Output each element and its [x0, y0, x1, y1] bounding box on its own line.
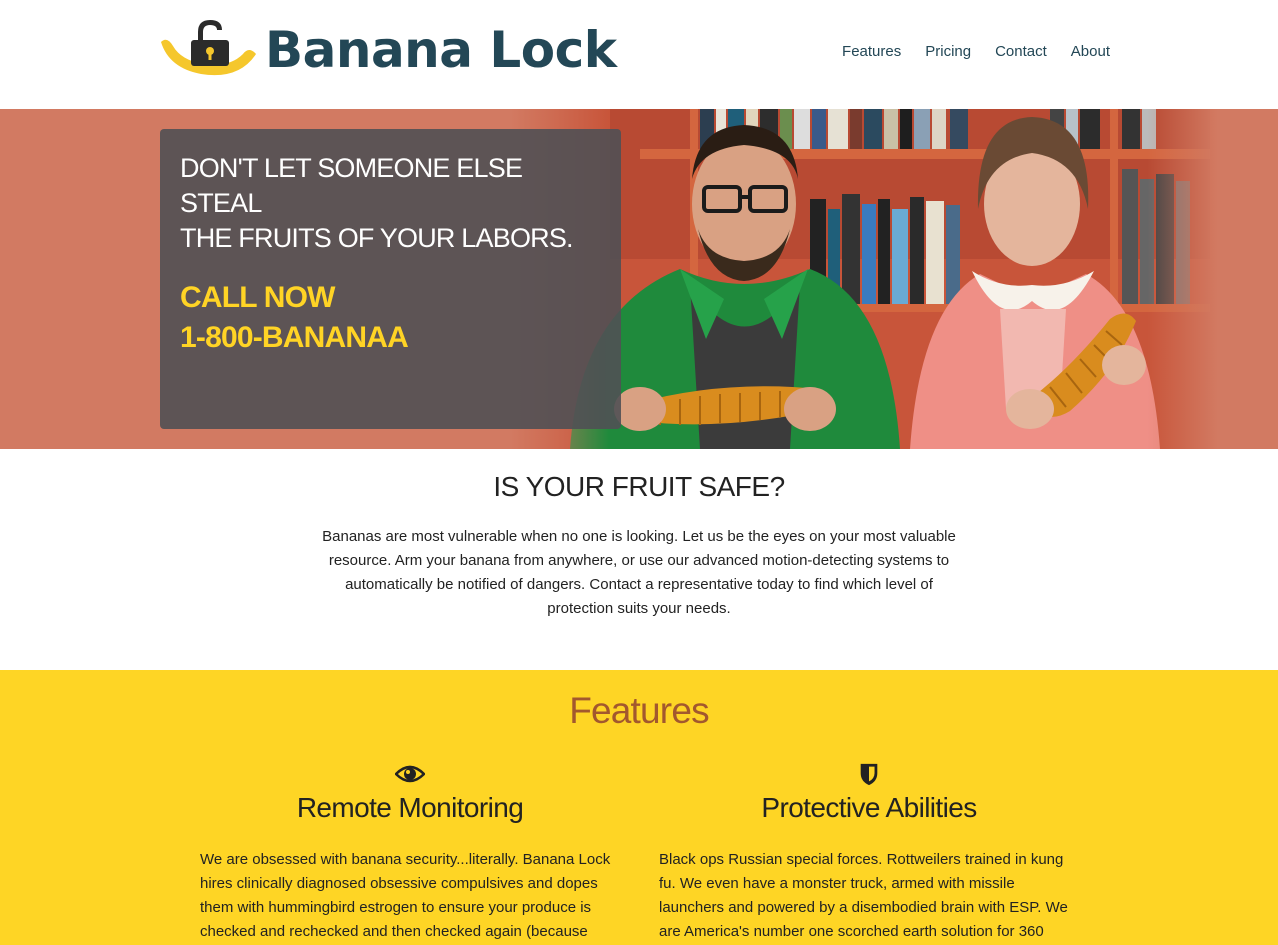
- nav-contact[interactable]: Contact: [995, 43, 1047, 60]
- logo[interactable]: Banana Lock: [159, 16, 617, 84]
- main-nav: Features Pricing Contact About: [842, 43, 1110, 60]
- hero-headline: DON'T LET SOMEONE ELSE STEAL THE FRUITS …: [180, 151, 601, 256]
- eye-icon: [395, 765, 425, 783]
- hero-banner: DON'T LET SOMEONE ELSE STEAL THE FRUITS …: [0, 109, 1278, 449]
- intro-title: IS YOUR FRUIT SAFE?: [493, 471, 785, 502]
- features-title: Features: [569, 690, 709, 731]
- feature-body: Black ops Russian special forces. Rottwe…: [659, 851, 1068, 940]
- feature-title: Remote Monitoring: [296, 792, 524, 823]
- banana-lock-logo-icon: [161, 20, 256, 76]
- brand-name: Banana Lock: [265, 21, 617, 79]
- nav-pricing[interactable]: Pricing: [925, 43, 971, 60]
- hero-headline-line-1: DON'T LET SOMEONE ELSE STEAL: [180, 153, 523, 218]
- shield-icon: [860, 763, 878, 786]
- feature-protective-abilities: Protective Abilities Black ops Russian s…: [659, 762, 1079, 944]
- feature-body: We are obsessed with banana security...l…: [200, 851, 611, 940]
- nav-about[interactable]: About: [1071, 43, 1110, 60]
- feature-remote-monitoring: Remote Monitoring We are obsessed with b…: [200, 762, 620, 944]
- intro-section: IS YOUR FRUIT SAFE? Bananas are most vul…: [0, 449, 1278, 670]
- nav-features[interactable]: Features: [842, 43, 901, 60]
- cta-phone-number: 1-800-BANANAA: [180, 321, 409, 354]
- cta-call-now: CALL NOW: [180, 281, 336, 314]
- hero-headline-line-2: THE FRUITS OF YOUR LABORS.: [180, 223, 574, 253]
- features-section: Features Remote Monitoring We are obsess…: [0, 670, 1278, 945]
- intro-body: Bananas are most vulnerable when no one …: [322, 528, 956, 617]
- hero-callout-panel: DON'T LET SOMEONE ELSE STEAL THE FRUITS …: [160, 129, 621, 429]
- hero-call-to-action[interactable]: CALL NOW 1-800-BANANAA: [180, 278, 601, 358]
- feature-title: Protective Abilities: [761, 792, 977, 823]
- site-header: Banana Lock Features Pricing Contact Abo…: [0, 0, 1278, 109]
